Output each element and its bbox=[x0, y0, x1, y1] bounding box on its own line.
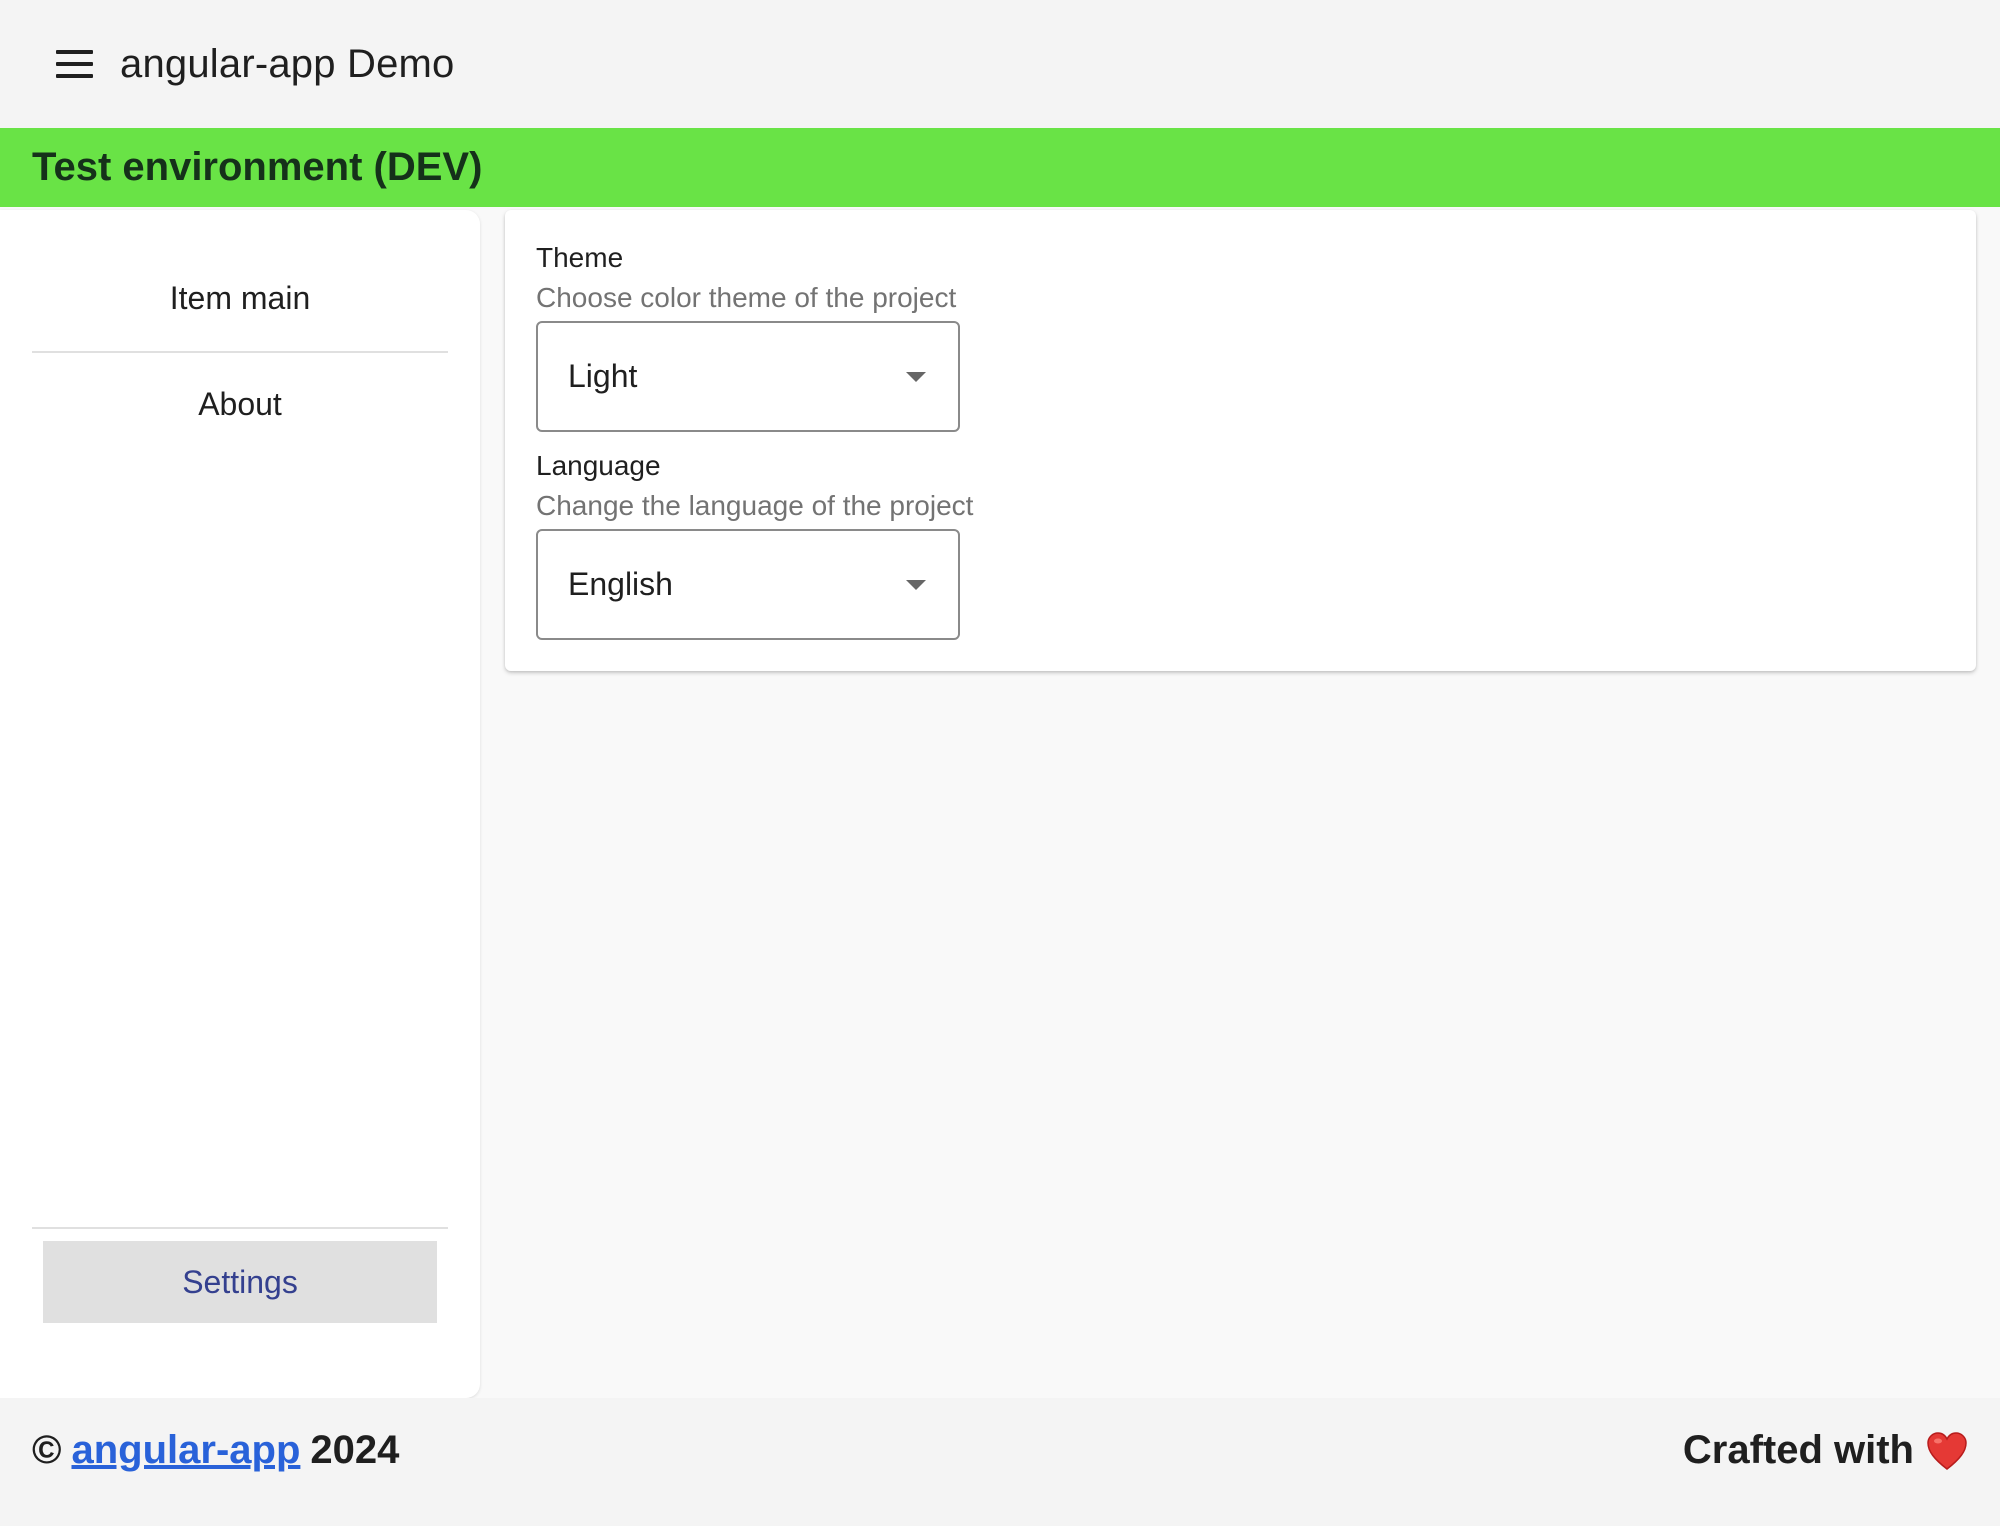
footer-year: 2024 bbox=[310, 1428, 400, 1472]
app-page: angular-app Demo Test environment (DEV) … bbox=[0, 0, 2000, 1526]
theme-select-value: Light bbox=[568, 358, 638, 394]
theme-hint: Choose color theme of the project bbox=[536, 282, 957, 313]
dropdown-arrow-icon bbox=[906, 579, 926, 590]
environment-text: Test environment (DEV) bbox=[32, 145, 483, 189]
language-select[interactable]: English bbox=[536, 529, 960, 640]
language-select-value: English bbox=[568, 566, 673, 602]
crafted-with-text: Crafted with bbox=[1682, 1428, 1914, 1472]
sidenav-divider bbox=[32, 1227, 448, 1229]
sidenav-item-settings[interactable]: Settings bbox=[43, 1241, 437, 1323]
language-label: Language bbox=[536, 450, 661, 481]
sidenav-divider bbox=[32, 351, 448, 353]
sidenav-item-about[interactable]: About bbox=[32, 386, 448, 423]
sidenav-item-main[interactable]: Item main bbox=[32, 280, 448, 317]
copyright-symbol: © bbox=[32, 1428, 62, 1472]
footer-app-link[interactable]: angular-app bbox=[71, 1428, 300, 1473]
sidenav: Item main About Settings bbox=[0, 210, 480, 1398]
theme-label: Theme bbox=[536, 242, 624, 273]
language-hint: Change the language of the project bbox=[536, 490, 974, 521]
footer: © angular-app 2024 Crafted with bbox=[0, 1398, 2000, 1526]
heart-icon bbox=[1927, 1431, 1967, 1470]
theme-select[interactable]: Light bbox=[536, 321, 960, 432]
footer-copyright: © angular-app 2024 bbox=[32, 1428, 399, 1473]
dropdown-arrow-icon bbox=[906, 371, 926, 382]
environment-banner: Test environment (DEV) bbox=[0, 128, 2000, 207]
settings-card: Theme Choose color theme of the project … bbox=[505, 210, 1976, 671]
menu-icon[interactable] bbox=[56, 44, 96, 84]
footer-crafted: Crafted with bbox=[1683, 1428, 1968, 1473]
app-title: angular-app Demo bbox=[120, 41, 455, 86]
top-toolbar: angular-app Demo bbox=[0, 0, 2000, 128]
